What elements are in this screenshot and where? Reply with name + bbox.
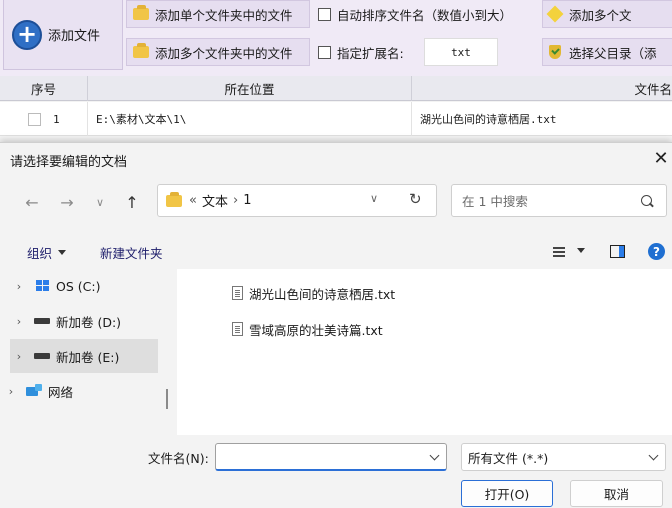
folder-icon [133,43,149,58]
filename-label: 文件名(N): [148,451,209,466]
preview-pane-icon[interactable] [610,245,625,258]
row-location: E:\素材\文本\1\ [88,102,412,136]
row-index: 1 [53,112,60,126]
plus-icon: + [12,19,42,50]
file-type-value: 所有文件 (*.*) [468,450,549,466]
list-item[interactable]: 湖光山色间的诗意栖居.txt [232,282,395,304]
folder-icon [166,191,182,207]
add-single-folder-label: 添加单个文件夹中的文件 [155,7,293,23]
cancel-button[interactable]: 取消 [570,480,663,507]
drive-icon [34,318,50,324]
address-overflow[interactable]: « [189,193,197,208]
select-parent-button[interactable]: 选择父目录（添 [542,38,672,66]
search-placeholder: 在 1 中搜索 [462,194,528,209]
nav-item-c-drive[interactable]: › OS (C:) [10,269,158,303]
breadcrumb-separator-icon: › [232,193,239,208]
row-index-cell: 1 [0,102,88,136]
address-dropdown-chevron-icon[interactable]: ∨ [370,192,378,205]
specify-ext-checkbox[interactable]: 指定扩展名: [312,38,422,66]
search-box[interactable]: 在 1 中搜索 [451,184,667,217]
chevron-down-icon[interactable] [429,450,440,461]
organize-label: 组织 [27,245,53,261]
checkbox-box[interactable] [318,45,331,59]
nav-item-label: OS (C:) [56,278,101,294]
nav-item-label: 新加卷 (D:) [56,314,122,330]
filename-input[interactable] [220,444,424,470]
specify-ext-label: 指定扩展名: [337,45,404,61]
chevron-right-icon[interactable]: › [2,385,20,398]
recent-locations-chevron-icon[interactable]: ∨ [88,187,112,217]
folder-icon [133,5,149,20]
address-bar[interactable]: « 文本 › 1 ∨ ↻ [157,184,437,217]
help-icon[interactable]: ? [648,243,665,260]
dialog-title: 请选择要编辑的文档 [10,155,128,170]
search-icon[interactable] [641,195,652,206]
text-file-icon [232,322,243,336]
add-multi-right-label: 添加多个文 [569,7,632,23]
auto-sort-checkbox[interactable]: 自动排序文件名（数值小到大） [312,0,532,28]
breadcrumb-1[interactable]: 1 [243,193,251,208]
network-icon [26,384,42,398]
add-multi-right-button[interactable]: 添加多个文 [542,0,672,28]
file-list: 湖光山色间的诗意栖居.txt 雪域高原的壮美诗篇.txt [177,269,672,435]
add-multi-folder-label: 添加多个文件夹中的文件 [155,45,293,61]
table-row[interactable]: 1 E:\素材\文本\1\ 湖光山色间的诗意栖居.txt [0,102,672,136]
pane-splitter[interactable] [166,389,168,409]
file-name: 雪域高原的壮美诗篇.txt [249,322,383,338]
extension-input[interactable]: txt [424,38,498,66]
close-icon[interactable]: ✕ [650,143,672,173]
nav-item-label: 网络 [48,384,74,400]
header-location[interactable]: 所在位置 [88,76,412,101]
checkbox-box[interactable] [318,7,331,21]
nav-item-d-drive[interactable]: › 新加卷 (D:) [10,304,158,338]
list-item[interactable]: 雪域高原的壮美诗篇.txt [232,318,383,340]
file-type-select[interactable]: 所有文件 (*.*) [461,443,666,471]
add-file-button[interactable]: + 添加文件 [3,0,123,70]
open-button[interactable]: 打开(O) [461,480,553,507]
header-index[interactable]: 序号 [0,76,88,101]
nav-item-label: 新加卷 (E:) [56,349,120,365]
organize-menu[interactable]: 组织 [27,241,67,263]
drive-icon [34,353,50,359]
header-filename[interactable]: 文件名 [412,76,672,101]
row-checkbox[interactable] [28,112,41,126]
chevron-right-icon[interactable]: › [10,280,28,293]
windows-drive-icon [36,280,50,292]
auto-sort-label: 自动排序文件名（数值小到大） [337,7,513,23]
view-dropdown-icon[interactable] [577,248,585,253]
diamond-icon [546,5,564,23]
filename-combobox[interactable] [215,443,447,471]
add-single-folder-button[interactable]: 添加单个文件夹中的文件 [126,0,310,28]
breadcrumb-text[interactable]: 文本 [202,191,228,210]
add-file-label: 添加文件 [48,29,101,44]
back-arrow-icon[interactable]: ← [20,187,44,217]
row-filename: 湖光山色间的诗意栖居.txt [420,113,557,126]
select-parent-label: 选择父目录（添 [569,45,657,61]
navigation-pane: › OS (C:) › 新加卷 (D:) › 新加卷 (E:) › 网络 [0,269,168,435]
grid-header: 序号 所在位置 文件名 [0,76,672,101]
up-arrow-icon[interactable]: ↑ [120,187,144,217]
forward-arrow-icon[interactable]: → [55,187,79,217]
nav-item-e-drive[interactable]: › 新加卷 (E:) [10,339,158,373]
nav-item-network[interactable]: › 网络 [2,374,150,408]
file-name: 湖光山色间的诗意栖居.txt [249,286,396,302]
shield-icon [549,45,561,59]
view-options-icon[interactable] [553,247,565,257]
new-folder-button[interactable]: 新建文件夹 [100,241,163,263]
chevron-right-icon[interactable]: › [10,350,28,363]
text-file-icon [232,286,243,300]
chevron-down-icon[interactable] [648,450,659,461]
refresh-icon[interactable]: ↻ [409,190,422,208]
open-file-dialog: 请选择要编辑的文档 ✕ ← → ∨ ↑ « 文本 › 1 ∨ ↻ 在 1 中搜索… [0,142,672,508]
chevron-right-icon[interactable]: › [10,315,28,328]
add-multi-folder-button[interactable]: 添加多个文件夹中的文件 [126,38,310,66]
dropdown-triangle-icon [58,249,67,255]
